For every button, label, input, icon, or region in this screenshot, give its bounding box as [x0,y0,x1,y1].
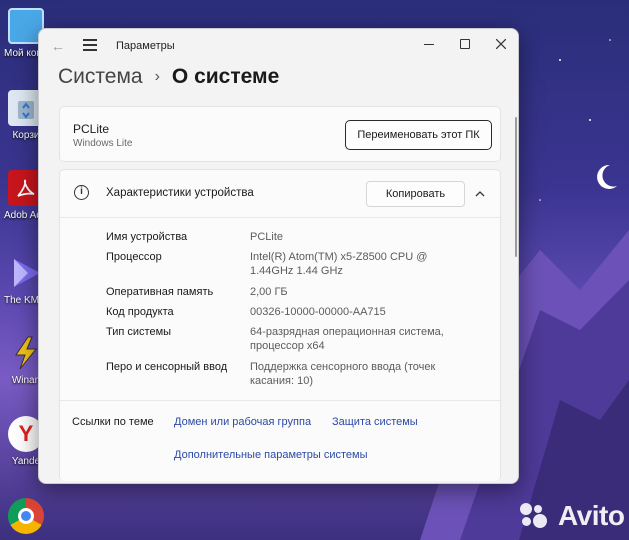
rename-pc-button[interactable]: Переименовать этот ПК [345,120,492,150]
spec-key: Код продукта [106,306,174,318]
collapse-button[interactable] [470,184,490,204]
maximize-icon [460,39,470,49]
related-links: Ссылки по теме Домен или рабочая группа … [60,400,500,482]
spec-key: Перо и сенсорный ввод [106,361,228,373]
desktop-icon-chrome[interactable] [4,498,48,538]
minimize-icon [424,43,434,45]
device-edition: Windows Lite [73,138,133,149]
chrome-icon [8,498,44,534]
window-title: Параметры [116,40,175,52]
avito-logo-icon [520,501,554,531]
specs-header[interactable]: i Характеристики устройства Копировать [60,170,500,218]
related-links-title: Ссылки по теме [72,416,154,428]
chevron-up-icon [475,191,485,197]
moon-icon [597,164,617,189]
spec-key: Процессор [106,251,162,263]
link-domain-workgroup[interactable]: Домен или рабочая группа [174,416,311,428]
hamburger-menu-icon[interactable] [83,39,97,51]
scrollbar[interactable] [515,117,517,257]
device-name: PCLite [73,122,110,136]
spec-value: 64-разрядная операционная система, проце… [250,326,444,352]
spec-key: Тип системы [106,326,172,338]
back-arrow-icon[interactable]: ← [51,38,67,54]
link-system-protection[interactable]: Защита системы [332,416,418,428]
page-heading: Система › О системе [58,65,279,89]
spec-value: PCLite [250,231,284,243]
settings-window: ← Параметры Система › О системе PCLite W… [38,28,519,484]
chevron-right-icon: › [154,68,160,85]
spec-value: 2,00 ГБ [250,286,288,298]
spec-value: Intel(R) Atom(TM) x5-Z8500 CPU @ 1.44GHz… [250,251,428,277]
link-advanced-system-settings[interactable]: Дополнительные параметры системы [174,449,368,461]
spec-value: 00326-10000-00000-AA715 [250,306,386,318]
minimize-button[interactable] [415,33,443,55]
page-title: О системе [171,65,280,88]
title-bar: ← Параметры [39,29,518,63]
avito-watermark: Avito [520,500,625,532]
info-icon: i [74,185,89,200]
close-icon [496,39,506,49]
device-specs-card: i Характеристики устройства Копировать И… [59,169,501,481]
breadcrumb-parent[interactable]: Система [58,65,143,89]
avito-text: Avito [558,500,625,531]
maximize-button[interactable] [451,33,479,55]
copy-button[interactable]: Копировать [366,181,465,207]
device-name-card: PCLite Windows Lite Переименовать этот П… [59,106,501,162]
close-button[interactable] [487,33,515,55]
spec-key: Имя устройства [106,231,188,243]
specs-title: Характеристики устройства [106,187,254,199]
spec-key: Оперативная память [106,286,214,298]
spec-value: Поддержка сенсорного ввода (точек касани… [250,361,436,387]
